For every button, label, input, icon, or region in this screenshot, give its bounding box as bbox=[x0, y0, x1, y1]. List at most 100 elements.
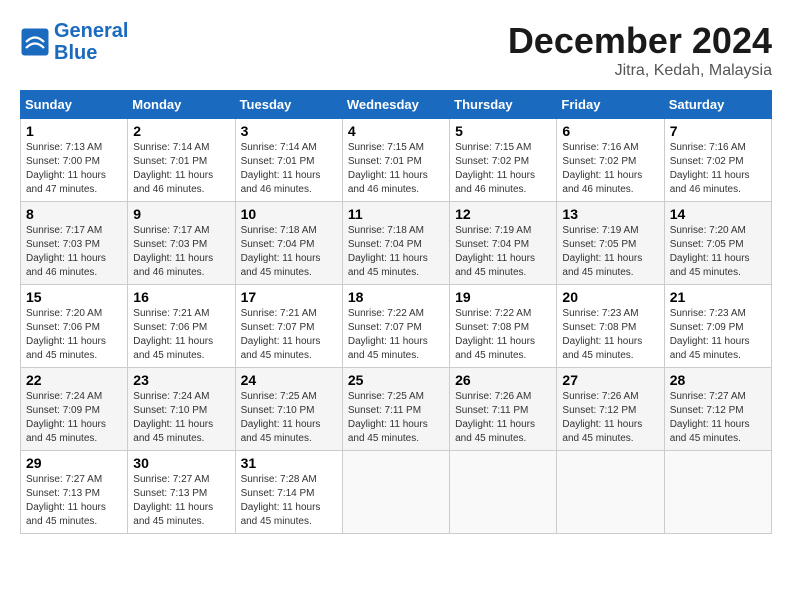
day-number: 31 bbox=[241, 455, 337, 471]
table-row bbox=[450, 451, 557, 534]
calendar-header-row: Sunday Monday Tuesday Wednesday Thursday… bbox=[21, 91, 772, 119]
day-number: 4 bbox=[348, 123, 444, 139]
day-info: Sunrise: 7:26 AM Sunset: 7:12 PM Dayligh… bbox=[562, 390, 658, 446]
table-row: 20Sunrise: 7:23 AM Sunset: 7:08 PM Dayli… bbox=[557, 285, 664, 368]
table-row bbox=[342, 451, 449, 534]
day-info: Sunrise: 7:14 AM Sunset: 7:01 PM Dayligh… bbox=[241, 141, 337, 197]
day-number: 7 bbox=[670, 123, 766, 139]
day-info: Sunrise: 7:15 AM Sunset: 7:02 PM Dayligh… bbox=[455, 141, 551, 197]
table-row bbox=[557, 451, 664, 534]
day-number: 29 bbox=[26, 455, 122, 471]
day-number: 1 bbox=[26, 123, 122, 139]
month-title: December 2024 bbox=[508, 20, 772, 62]
table-row: 11 Sunrise: 7:18 AM Sunset: 7:04 PM Dayli… bbox=[342, 202, 449, 285]
day-info: Sunrise: 7:27 AM Sunset: 7:13 PM Dayligh… bbox=[26, 473, 122, 529]
day-number: 16 bbox=[133, 289, 229, 305]
table-row: 6Sunrise: 7:16 AM Sunset: 7:02 PM Daylig… bbox=[557, 119, 664, 202]
day-number: 28 bbox=[670, 372, 766, 388]
table-row: 3Sunrise: 7:14 AM Sunset: 7:01 PM Daylig… bbox=[235, 119, 342, 202]
logo-text: General Blue bbox=[54, 20, 128, 64]
day-info: Sunrise: 7:13 AM Sunset: 7:00 PM Dayligh… bbox=[26, 141, 122, 197]
col-tuesday: Tuesday bbox=[235, 91, 342, 119]
day-number: 26 bbox=[455, 372, 551, 388]
table-row: 27Sunrise: 7:26 AM Sunset: 7:12 PM Dayli… bbox=[557, 368, 664, 451]
logo-line2: Blue bbox=[54, 42, 97, 64]
table-row: 5 Sunrise: 7:15 AM Sunset: 7:02 PM Daylig… bbox=[450, 119, 557, 202]
day-number: 8 bbox=[26, 206, 122, 222]
day-number: 11 bbox=[348, 206, 444, 222]
table-row: 25 Sunrise: 7:25 AM Sunset: 7:11 PM Dayli… bbox=[342, 368, 449, 451]
day-info: Sunrise: 7:28 AM Sunset: 7:14 PM Dayligh… bbox=[241, 473, 337, 529]
table-row: 9Sunrise: 7:17 AM Sunset: 7:03 PM Daylig… bbox=[128, 202, 235, 285]
table-row: 2 Sunrise: 7:14 AM Sunset: 7:01 PM Daylig… bbox=[128, 119, 235, 202]
location-subtitle: Jitra, Kedah, Malaysia bbox=[508, 62, 772, 80]
day-info: Sunrise: 7:17 AM Sunset: 7:03 PM Dayligh… bbox=[26, 224, 122, 280]
table-row: 23Sunrise: 7:24 AM Sunset: 7:10 PM Dayli… bbox=[128, 368, 235, 451]
col-monday: Monday bbox=[128, 91, 235, 119]
table-row: 29 Sunrise: 7:27 AM Sunset: 7:13 PM Dayli… bbox=[21, 451, 128, 534]
calendar-week-row: 8 Sunrise: 7:17 AM Sunset: 7:03 PM Daylig… bbox=[21, 202, 772, 285]
table-row: 8 Sunrise: 7:17 AM Sunset: 7:03 PM Daylig… bbox=[21, 202, 128, 285]
day-info: Sunrise: 7:24 AM Sunset: 7:10 PM Dayligh… bbox=[133, 390, 229, 446]
table-row: 30 Sunrise: 7:27 AM Sunset: 7:13 PM Dayli… bbox=[128, 451, 235, 534]
day-number: 17 bbox=[241, 289, 337, 305]
day-info: Sunrise: 7:20 AM Sunset: 7:05 PM Dayligh… bbox=[670, 224, 766, 280]
day-info: Sunrise: 7:23 AM Sunset: 7:09 PM Dayligh… bbox=[670, 307, 766, 363]
day-number: 12 bbox=[455, 206, 551, 222]
calendar-table: Sunday Monday Tuesday Wednesday Thursday… bbox=[20, 90, 772, 534]
col-saturday: Saturday bbox=[664, 91, 771, 119]
day-info: Sunrise: 7:21 AM Sunset: 7:06 PM Dayligh… bbox=[133, 307, 229, 363]
day-info: Sunrise: 7:22 AM Sunset: 7:07 PM Dayligh… bbox=[348, 307, 444, 363]
table-row: 4 Sunrise: 7:15 AM Sunset: 7:01 PM Daylig… bbox=[342, 119, 449, 202]
day-info: Sunrise: 7:25 AM Sunset: 7:11 PM Dayligh… bbox=[348, 390, 444, 446]
day-info: Sunrise: 7:18 AM Sunset: 7:04 PM Dayligh… bbox=[241, 224, 337, 280]
title-section: December 2024 Jitra, Kedah, Malaysia bbox=[508, 20, 772, 80]
day-info: Sunrise: 7:22 AM Sunset: 7:08 PM Dayligh… bbox=[455, 307, 551, 363]
col-friday: Friday bbox=[557, 91, 664, 119]
logo-line1: General bbox=[54, 20, 128, 42]
day-info: Sunrise: 7:16 AM Sunset: 7:02 PM Dayligh… bbox=[562, 141, 658, 197]
table-row: 26Sunrise: 7:26 AM Sunset: 7:11 PM Dayli… bbox=[450, 368, 557, 451]
day-number: 13 bbox=[562, 206, 658, 222]
day-number: 24 bbox=[241, 372, 337, 388]
table-row: 16 Sunrise: 7:21 AM Sunset: 7:06 PM Dayli… bbox=[128, 285, 235, 368]
day-number: 5 bbox=[455, 123, 551, 139]
day-info: Sunrise: 7:20 AM Sunset: 7:06 PM Dayligh… bbox=[26, 307, 122, 363]
day-number: 21 bbox=[670, 289, 766, 305]
table-row: 24Sunrise: 7:25 AM Sunset: 7:10 PM Dayli… bbox=[235, 368, 342, 451]
col-thursday: Thursday bbox=[450, 91, 557, 119]
table-row: 14 Sunrise: 7:20 AM Sunset: 7:05 PM Dayli… bbox=[664, 202, 771, 285]
logo: General Blue bbox=[20, 20, 128, 64]
calendar-week-row: 29 Sunrise: 7:27 AM Sunset: 7:13 PM Dayli… bbox=[21, 451, 772, 534]
day-info: Sunrise: 7:24 AM Sunset: 7:09 PM Dayligh… bbox=[26, 390, 122, 446]
table-row: 21 Sunrise: 7:23 AM Sunset: 7:09 PM Dayli… bbox=[664, 285, 771, 368]
logo-icon bbox=[20, 27, 50, 57]
day-number: 14 bbox=[670, 206, 766, 222]
day-number: 22 bbox=[26, 372, 122, 388]
page-header: General Blue December 2024 Jitra, Kedah,… bbox=[20, 20, 772, 80]
day-number: 2 bbox=[133, 123, 229, 139]
day-info: Sunrise: 7:18 AM Sunset: 7:04 PM Dayligh… bbox=[348, 224, 444, 280]
table-row: 15 Sunrise: 7:20 AM Sunset: 7:06 PM Dayli… bbox=[21, 285, 128, 368]
table-row bbox=[664, 451, 771, 534]
day-info: Sunrise: 7:16 AM Sunset: 7:02 PM Dayligh… bbox=[670, 141, 766, 197]
day-info: Sunrise: 7:15 AM Sunset: 7:01 PM Dayligh… bbox=[348, 141, 444, 197]
day-number: 15 bbox=[26, 289, 122, 305]
table-row: 18Sunrise: 7:22 AM Sunset: 7:07 PM Dayli… bbox=[342, 285, 449, 368]
day-info: Sunrise: 7:14 AM Sunset: 7:01 PM Dayligh… bbox=[133, 141, 229, 197]
day-number: 30 bbox=[133, 455, 229, 471]
table-row: 22 Sunrise: 7:24 AM Sunset: 7:09 PM Dayli… bbox=[21, 368, 128, 451]
table-row: 31 Sunrise: 7:28 AM Sunset: 7:14 PM Dayli… bbox=[235, 451, 342, 534]
col-wednesday: Wednesday bbox=[342, 91, 449, 119]
calendar-week-row: 22 Sunrise: 7:24 AM Sunset: 7:09 PM Dayli… bbox=[21, 368, 772, 451]
day-info: Sunrise: 7:21 AM Sunset: 7:07 PM Dayligh… bbox=[241, 307, 337, 363]
calendar-week-row: 1 Sunrise: 7:13 AM Sunset: 7:00 PM Daylig… bbox=[21, 119, 772, 202]
table-row: 28Sunrise: 7:27 AM Sunset: 7:12 PM Dayli… bbox=[664, 368, 771, 451]
day-info: Sunrise: 7:19 AM Sunset: 7:04 PM Dayligh… bbox=[455, 224, 551, 280]
day-number: 25 bbox=[348, 372, 444, 388]
table-row: 7 Sunrise: 7:16 AM Sunset: 7:02 PM Daylig… bbox=[664, 119, 771, 202]
day-info: Sunrise: 7:27 AM Sunset: 7:13 PM Dayligh… bbox=[133, 473, 229, 529]
table-row: 13 Sunrise: 7:19 AM Sunset: 7:05 PM Dayli… bbox=[557, 202, 664, 285]
table-row: 1 Sunrise: 7:13 AM Sunset: 7:00 PM Daylig… bbox=[21, 119, 128, 202]
day-info: Sunrise: 7:19 AM Sunset: 7:05 PM Dayligh… bbox=[562, 224, 658, 280]
